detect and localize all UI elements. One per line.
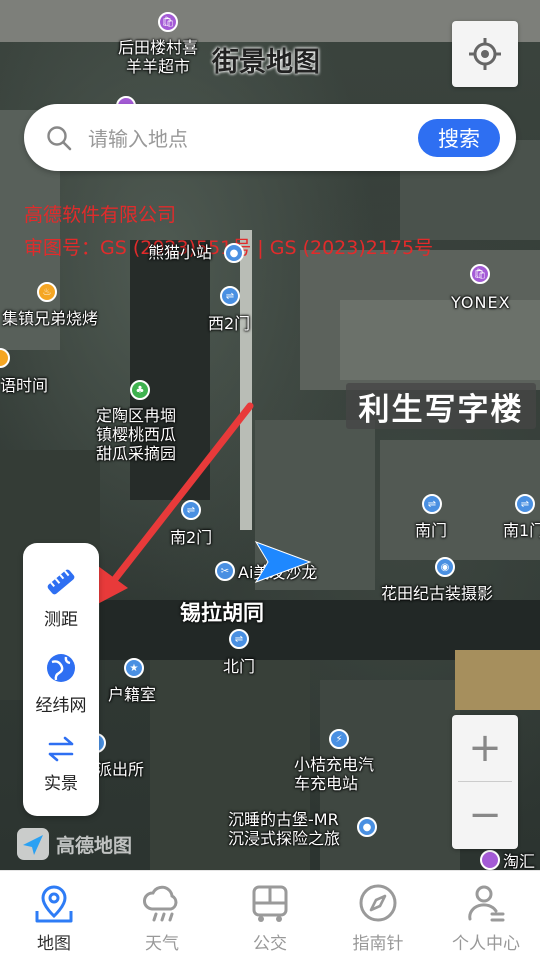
nav-weather[interactable]: 天气 — [108, 871, 216, 961]
shop-pin-icon[interactable]: 🛍 — [158, 12, 178, 32]
nav-compass[interactable]: 指南针 — [324, 871, 432, 961]
globe-icon — [47, 654, 75, 682]
poi-label[interactable]: 后田楼村喜 羊羊超市 — [118, 38, 198, 76]
zoom-out-button[interactable]: − — [452, 782, 518, 848]
food-pin-icon[interactable] — [0, 348, 10, 368]
gate-pin-icon[interactable]: ⇌ — [515, 494, 535, 514]
annotation-arrow-icon — [90, 402, 254, 608]
poi-label[interactable]: 语时间 — [0, 376, 48, 395]
poi-label[interactable]: 南1门 — [503, 521, 540, 540]
gate-pin-icon[interactable]: ⇌ — [422, 494, 442, 514]
food-pin-icon[interactable]: ♨ — [37, 282, 57, 302]
nav-bus[interactable]: 公交 — [216, 871, 324, 961]
shop-pin-icon[interactable]: 🛍 — [470, 264, 490, 284]
nav-label: 指南针 — [352, 934, 404, 954]
street-view-button[interactable]: 实景 — [23, 735, 99, 794]
logo-text: 高德地图 — [56, 834, 133, 857]
building-label[interactable]: 利生写字楼 — [346, 383, 536, 429]
zoom-controls: + − — [452, 715, 518, 849]
graticule-button[interactable]: 经纬网 — [23, 651, 99, 716]
map-building-block — [455, 650, 540, 710]
search-button[interactable]: 搜索 — [418, 119, 500, 157]
copyright-company: 高德软件有限公司 — [24, 204, 177, 226]
map-building-block — [340, 300, 540, 380]
poi-label[interactable]: 西2门 — [208, 314, 250, 333]
locate-button[interactable] — [452, 21, 518, 87]
poi-label[interactable]: YONEX — [451, 293, 511, 312]
shop-pin-icon[interactable] — [480, 850, 500, 870]
poi-label[interactable]: 户籍室 — [108, 685, 156, 704]
poi-label[interactable]: 淘汇 — [503, 852, 535, 870]
nav-label: 天气 — [145, 934, 179, 954]
poi-label[interactable]: 南门 — [415, 521, 447, 540]
tool-label: 经纬网 — [35, 696, 87, 716]
amap-logo: 高德地图 — [16, 827, 132, 861]
poi-label[interactable]: 熊猫小站 — [148, 243, 212, 262]
map-title: 街景地图 — [212, 47, 320, 78]
tool-label: 实景 — [44, 774, 78, 794]
nav-profile[interactable]: 个人中心 — [432, 871, 540, 961]
user-icon — [468, 885, 505, 922]
poi-label[interactable]: 集镇兄弟烧烤 — [2, 309, 98, 328]
poi-label[interactable]: 花田纪古装摄影 — [381, 584, 493, 603]
poi-label[interactable]: 派出所 — [96, 760, 144, 779]
bus-icon — [252, 885, 288, 922]
nav-label: 地图 — [37, 934, 71, 954]
nav-label: 公交 — [253, 934, 287, 954]
compass-icon — [359, 884, 397, 922]
bottom-nav: 地图 天气 公交 指南针 个人中心 — [0, 870, 540, 961]
nav-label: 个人中心 — [452, 934, 520, 954]
measure-distance-button[interactable]: 测距 — [23, 565, 99, 630]
map-pin-icon — [35, 885, 73, 923]
amap-logo-icon — [17, 828, 49, 860]
charging-pin-icon[interactable]: ⚡ — [329, 729, 349, 749]
cloud-rain-icon — [143, 885, 178, 922]
tool-label: 测距 — [44, 610, 78, 630]
ruler-icon — [47, 569, 75, 595]
orchard-pin-icon[interactable]: ♣ — [130, 380, 150, 400]
poi-pin-icon[interactable]: ● — [357, 817, 377, 837]
current-location-arrow-icon — [254, 541, 312, 583]
swap-arrows-icon — [48, 736, 74, 762]
camera-pin-icon[interactable]: ◉ — [435, 557, 455, 577]
nav-map[interactable]: 地图 — [0, 871, 108, 961]
poi-label[interactable]: 北门 — [223, 657, 255, 676]
police-pin-icon[interactable]: ★ — [124, 658, 144, 678]
poi-label[interactable]: 小桔充电汽 车充电站 — [294, 755, 374, 793]
gate-pin-icon[interactable]: ⇌ — [229, 629, 249, 649]
map-tools-panel: 测距 经纬网 实景 — [23, 543, 99, 816]
search-icon — [47, 126, 72, 151]
gate-pin-icon[interactable]: ⇌ — [220, 286, 240, 306]
search-bar: 搜索 — [24, 104, 516, 173]
search-input[interactable] — [86, 104, 410, 173]
zoom-in-button[interactable]: + — [452, 715, 518, 781]
crosshair-icon — [469, 38, 501, 70]
poi-pin-icon[interactable]: ● — [224, 243, 244, 263]
poi-label[interactable]: 沉睡的古堡-MR 沉浸式探险之旅 — [228, 810, 340, 848]
